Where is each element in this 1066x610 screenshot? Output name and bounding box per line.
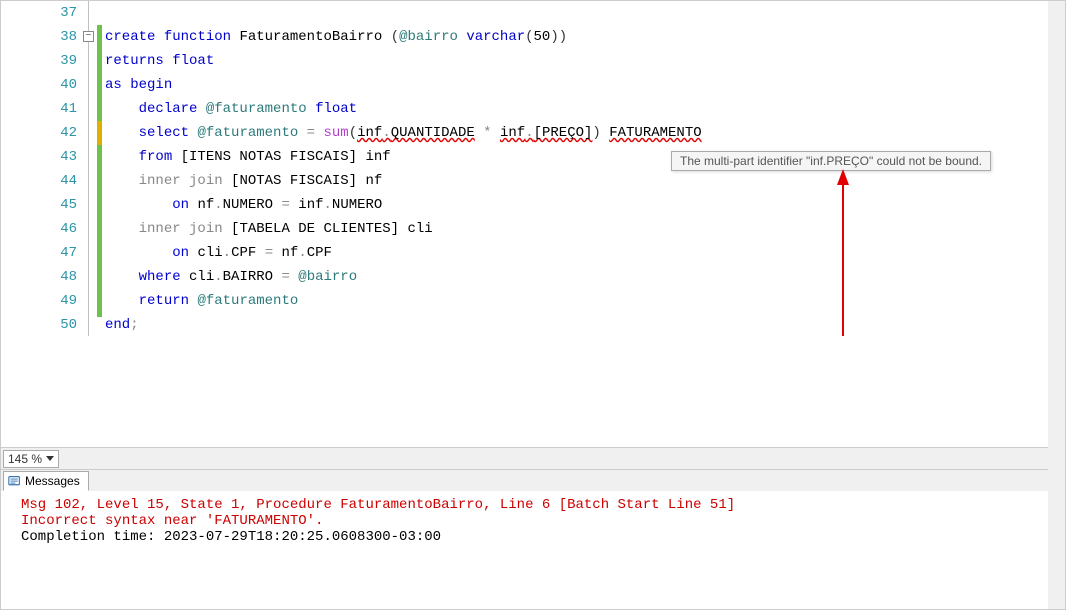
- line-number: 40: [1, 73, 77, 97]
- code-line: on cli.CPF = nf.CPF: [103, 241, 1065, 265]
- messages-panel[interactable]: Msg 102, Level 15, State 1, Procedure Fa…: [1, 491, 1065, 609]
- vertical-scrollbar[interactable]: [1048, 1, 1065, 336]
- code-line: as begin: [103, 73, 1065, 97]
- code-content[interactable]: create function FaturamentoBairro (@bair…: [103, 1, 1065, 336]
- code-line: declare @faturamento float: [103, 97, 1065, 121]
- code-line: select @faturamento = sum(inf.QUANTIDADE…: [103, 121, 1065, 145]
- code-line: create function FaturamentoBairro (@bair…: [103, 25, 1065, 49]
- line-number: 46: [1, 217, 77, 241]
- line-number: 44: [1, 169, 77, 193]
- error-tooltip-text: The multi-part identifier "inf.PREÇO" co…: [680, 154, 982, 168]
- line-number: 50: [1, 313, 77, 336]
- tab-messages[interactable]: Messages: [3, 471, 89, 491]
- chevron-down-icon: [46, 456, 54, 461]
- line-number: 47: [1, 241, 77, 265]
- fold-toggle-icon[interactable]: −: [83, 31, 94, 42]
- code-line: returns float: [103, 49, 1065, 73]
- code-editor[interactable]: 37 38 39 40 41 42 43 44 45 46 47 48 49 5…: [1, 1, 1065, 336]
- results-tabs: Messages: [1, 469, 1065, 491]
- line-number: 49: [1, 289, 77, 313]
- line-number: 43: [1, 145, 77, 169]
- messages-icon: [8, 475, 21, 488]
- code-line: inner join [NOTAS FISCAIS] nf: [103, 169, 1065, 193]
- code-line: return @faturamento: [103, 289, 1065, 313]
- tab-label: Messages: [25, 474, 80, 488]
- completion-time: Completion time: 2023-07-29T18:20:25.060…: [21, 529, 1055, 545]
- error-message-line: Incorrect syntax near 'FATURAMENTO'.: [21, 513, 1055, 529]
- zoom-bar: 145 %: [1, 447, 1065, 469]
- line-number-gutter: 37 38 39 40 41 42 43 44 45 46 47 48 49 5…: [1, 1, 83, 336]
- error-tooltip: The multi-part identifier "inf.PREÇO" co…: [671, 151, 991, 171]
- code-line: on nf.NUMERO = inf.NUMERO: [103, 193, 1065, 217]
- code-line: inner join [TABELA DE CLIENTES] cli: [103, 217, 1065, 241]
- line-number: 39: [1, 49, 77, 73]
- error-message-line: Msg 102, Level 15, State 1, Procedure Fa…: [21, 497, 1055, 513]
- code-line: where cli.BAIRRO = @bairro: [103, 265, 1065, 289]
- code-line: end;: [103, 313, 1065, 336]
- line-number: 45: [1, 193, 77, 217]
- zoom-level-value: 145 %: [8, 452, 42, 466]
- line-number: 42: [1, 121, 77, 145]
- line-number: 48: [1, 265, 77, 289]
- line-number: 37: [1, 1, 77, 25]
- outline-fold-column: −: [83, 1, 97, 336]
- line-number: 41: [1, 97, 77, 121]
- zoom-level-select[interactable]: 145 %: [3, 450, 59, 468]
- line-number: 38: [1, 25, 77, 49]
